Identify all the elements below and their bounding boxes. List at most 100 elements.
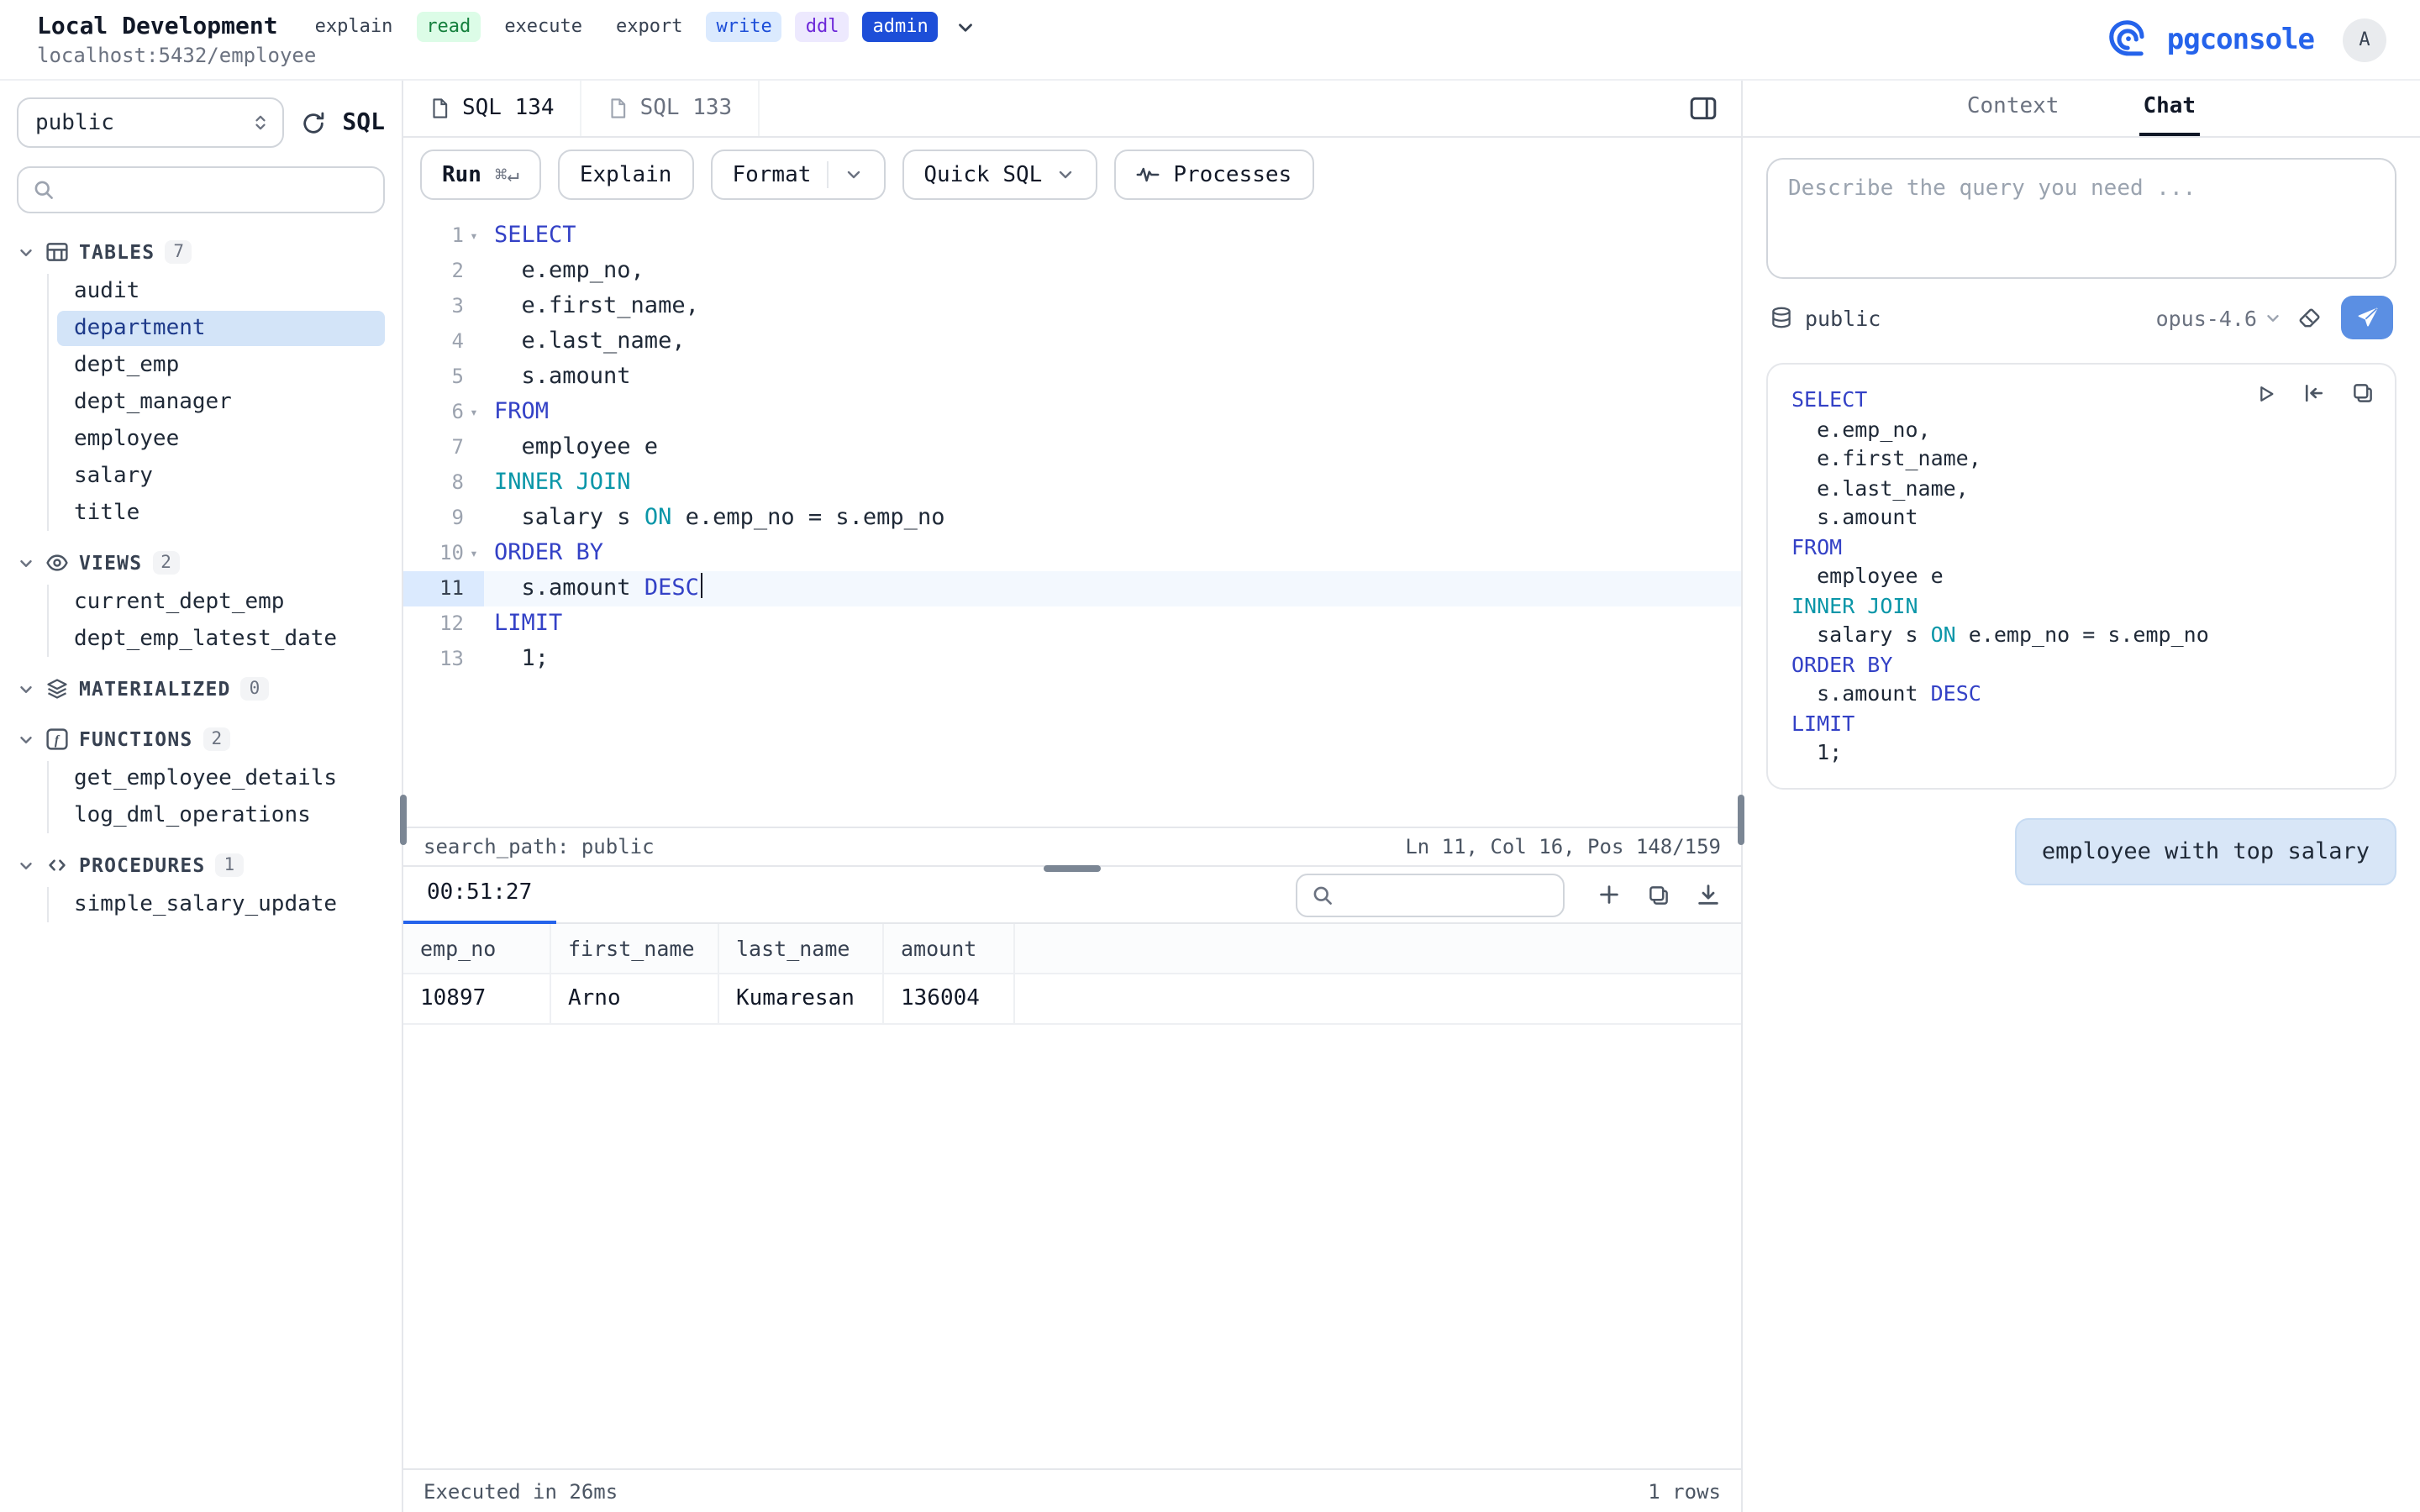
badge-export[interactable]: export (606, 13, 693, 41)
processes-button[interactable]: Processes (1114, 150, 1313, 200)
badge-admin[interactable]: admin (863, 13, 939, 41)
sidebar-item-dept_emp[interactable]: dept_emp (57, 348, 385, 383)
section-count-badge: 7 (165, 240, 192, 264)
run-snippet-icon[interactable] (2255, 381, 2277, 405)
sidebar-item-dept_manager[interactable]: dept_manager (57, 385, 385, 420)
badge-read[interactable]: read (416, 13, 481, 41)
avatar[interactable]: A (2343, 18, 2386, 61)
splitter-handle[interactable] (1044, 865, 1101, 872)
layout-toggle-icon[interactable] (1689, 94, 1718, 129)
sidebar-item-salary[interactable]: salary (57, 459, 385, 494)
column-header-amount[interactable]: amount (884, 924, 1015, 973)
line-content: s.amount DESC (484, 571, 703, 606)
quick-sql-button[interactable]: Quick SQL (902, 150, 1097, 200)
badge-write[interactable]: write (707, 13, 782, 41)
user-message-bubble: employee with top salary (2015, 817, 2396, 885)
sql-editor[interactable]: 1▾SELECT2 e.emp_no,3 e.first_name,4 e.la… (403, 212, 1741, 827)
badge-ddl[interactable]: ddl (796, 13, 850, 41)
brand-name: pgconsole (2167, 23, 2314, 56)
sidebar-search-input[interactable] (66, 177, 370, 202)
sidebar-item-employee[interactable]: employee (57, 422, 385, 457)
sidebar-item-current_dept_emp[interactable]: current_dept_emp (57, 585, 385, 620)
search-icon (32, 178, 55, 202)
sidebar-resize-handle[interactable] (400, 795, 407, 845)
send-button[interactable] (2341, 296, 2393, 339)
sql-mode-label[interactable]: SQL (342, 109, 385, 136)
line-number: 11 (403, 571, 484, 606)
run-button[interactable]: Run ⌘↵ (420, 150, 541, 200)
section-header-procedures[interactable]: PROCEDURES 1 (0, 847, 402, 884)
model-select[interactable]: opus-4.6 (2156, 305, 2282, 330)
tab-sql-133[interactable]: SQL 133 (581, 81, 760, 136)
editor-line-8[interactable]: 8INNER JOIN (403, 465, 1741, 501)
column-header-emp_no[interactable]: emp_no (403, 924, 551, 973)
copy-results-icon[interactable] (1647, 883, 1670, 906)
copy-snippet-icon[interactable] (2351, 381, 2375, 405)
sidebar-item-get_employee_details[interactable]: get_employee_details (57, 761, 385, 796)
table-row[interactable]: 10897ArnoKumaresan136004 (403, 974, 1741, 1025)
badge-explain[interactable]: explain (305, 13, 403, 41)
insert-to-editor-icon[interactable] (2302, 381, 2326, 405)
editor-line-4[interactable]: 4 e.last_name, (403, 324, 1741, 360)
chat-composer[interactable] (1766, 158, 2396, 279)
results-search-input[interactable] (1344, 883, 1549, 906)
tab-sql-134[interactable]: SQL 134 (403, 81, 581, 136)
section-header-tables[interactable]: TABLES7 (0, 234, 402, 270)
section-header-materialized[interactable]: MATERIALIZED0 (0, 670, 402, 707)
sidebar-item-simple_salary_update[interactable]: simple_salary_update (57, 887, 385, 922)
chat-code-line: s.amount (1791, 502, 2371, 532)
section-count-badge: 0 (241, 677, 269, 701)
cell-amount: 136004 (884, 974, 1015, 1023)
chevron-down-icon[interactable] (843, 165, 863, 185)
chat-code-line: 1; (1791, 738, 2371, 767)
sidebar-item-dept_emp_latest_date[interactable]: dept_emp_latest_date (57, 622, 385, 657)
pgconsole-logo-icon (2107, 17, 2152, 62)
column-header-first_name[interactable]: first_name (551, 924, 719, 973)
topbar: Local Development explainreadexecuteexpo… (0, 0, 2420, 81)
editor-line-7[interactable]: 7 employee e (403, 430, 1741, 465)
section-count-badge: 1 (216, 853, 244, 877)
download-results-icon[interactable] (1696, 882, 1721, 907)
editor-line-12[interactable]: 12LIMIT (403, 606, 1741, 642)
badge-execute[interactable]: execute (494, 13, 592, 41)
execution-time: Executed in 26ms (424, 1479, 618, 1503)
section-label: PROCEDURES (79, 853, 206, 877)
line-number: 4 (403, 324, 484, 360)
column-header-last_name[interactable]: last_name (719, 924, 884, 973)
editor-line-2[interactable]: 2 e.emp_no, (403, 254, 1741, 289)
result-tab-timer[interactable]: 00:51:27 (403, 866, 555, 923)
sidebar-item-log_dml_operations[interactable]: log_dml_operations (57, 798, 385, 833)
results-search[interactable] (1296, 873, 1565, 916)
editor-line-6[interactable]: 6▾FROM (403, 395, 1741, 430)
schema-row: public SQL (0, 97, 402, 148)
schema-select[interactable]: public (17, 97, 283, 148)
sidebar-item-title[interactable]: title (57, 496, 385, 531)
tab-context[interactable]: Context (1964, 81, 2063, 136)
editor-line-10[interactable]: 10▾ORDER BY (403, 536, 1741, 571)
search-icon (1311, 883, 1334, 906)
editor-line-11[interactable]: 11 s.amount DESC (403, 571, 1741, 606)
sidebar-section-tables: TABLES7 auditdepartmentdept_empdept_manag… (0, 234, 402, 531)
sidebar-item-audit[interactable]: audit (57, 274, 385, 309)
tab-chat[interactable]: Chat (2139, 81, 2199, 136)
sidebar-search[interactable] (17, 166, 385, 213)
format-button[interactable]: Format (710, 150, 885, 200)
chevron-down-icon[interactable] (955, 16, 977, 38)
panel-resize-handle[interactable] (1738, 795, 1744, 845)
editor-line-5[interactable]: 5 s.amount (403, 360, 1741, 395)
section-header-views[interactable]: VIEWS2 (0, 544, 402, 581)
section-items: current_dept_empdept_emp_latest_date (47, 585, 385, 657)
editor-line-1[interactable]: 1▾SELECT (403, 218, 1741, 254)
editor-line-13[interactable]: 13 1; (403, 642, 1741, 677)
add-result-tab-icon[interactable] (1597, 882, 1622, 907)
sidebar-item-department[interactable]: department (57, 311, 385, 346)
refresh-icon[interactable] (300, 110, 325, 135)
section-header-functions[interactable]: fFUNCTIONS2 (0, 721, 402, 758)
processes-label: Processes (1173, 162, 1292, 187)
chat-input[interactable] (1788, 176, 2375, 260)
editor-line-3[interactable]: 3 e.first_name, (403, 289, 1741, 324)
editor-line-9[interactable]: 9 salary s ON e.emp_no = s.emp_no (403, 501, 1741, 536)
explain-button[interactable]: Explain (558, 150, 694, 200)
composer-schema[interactable]: public (1770, 305, 1881, 330)
clear-chat-icon[interactable] (2297, 305, 2323, 330)
